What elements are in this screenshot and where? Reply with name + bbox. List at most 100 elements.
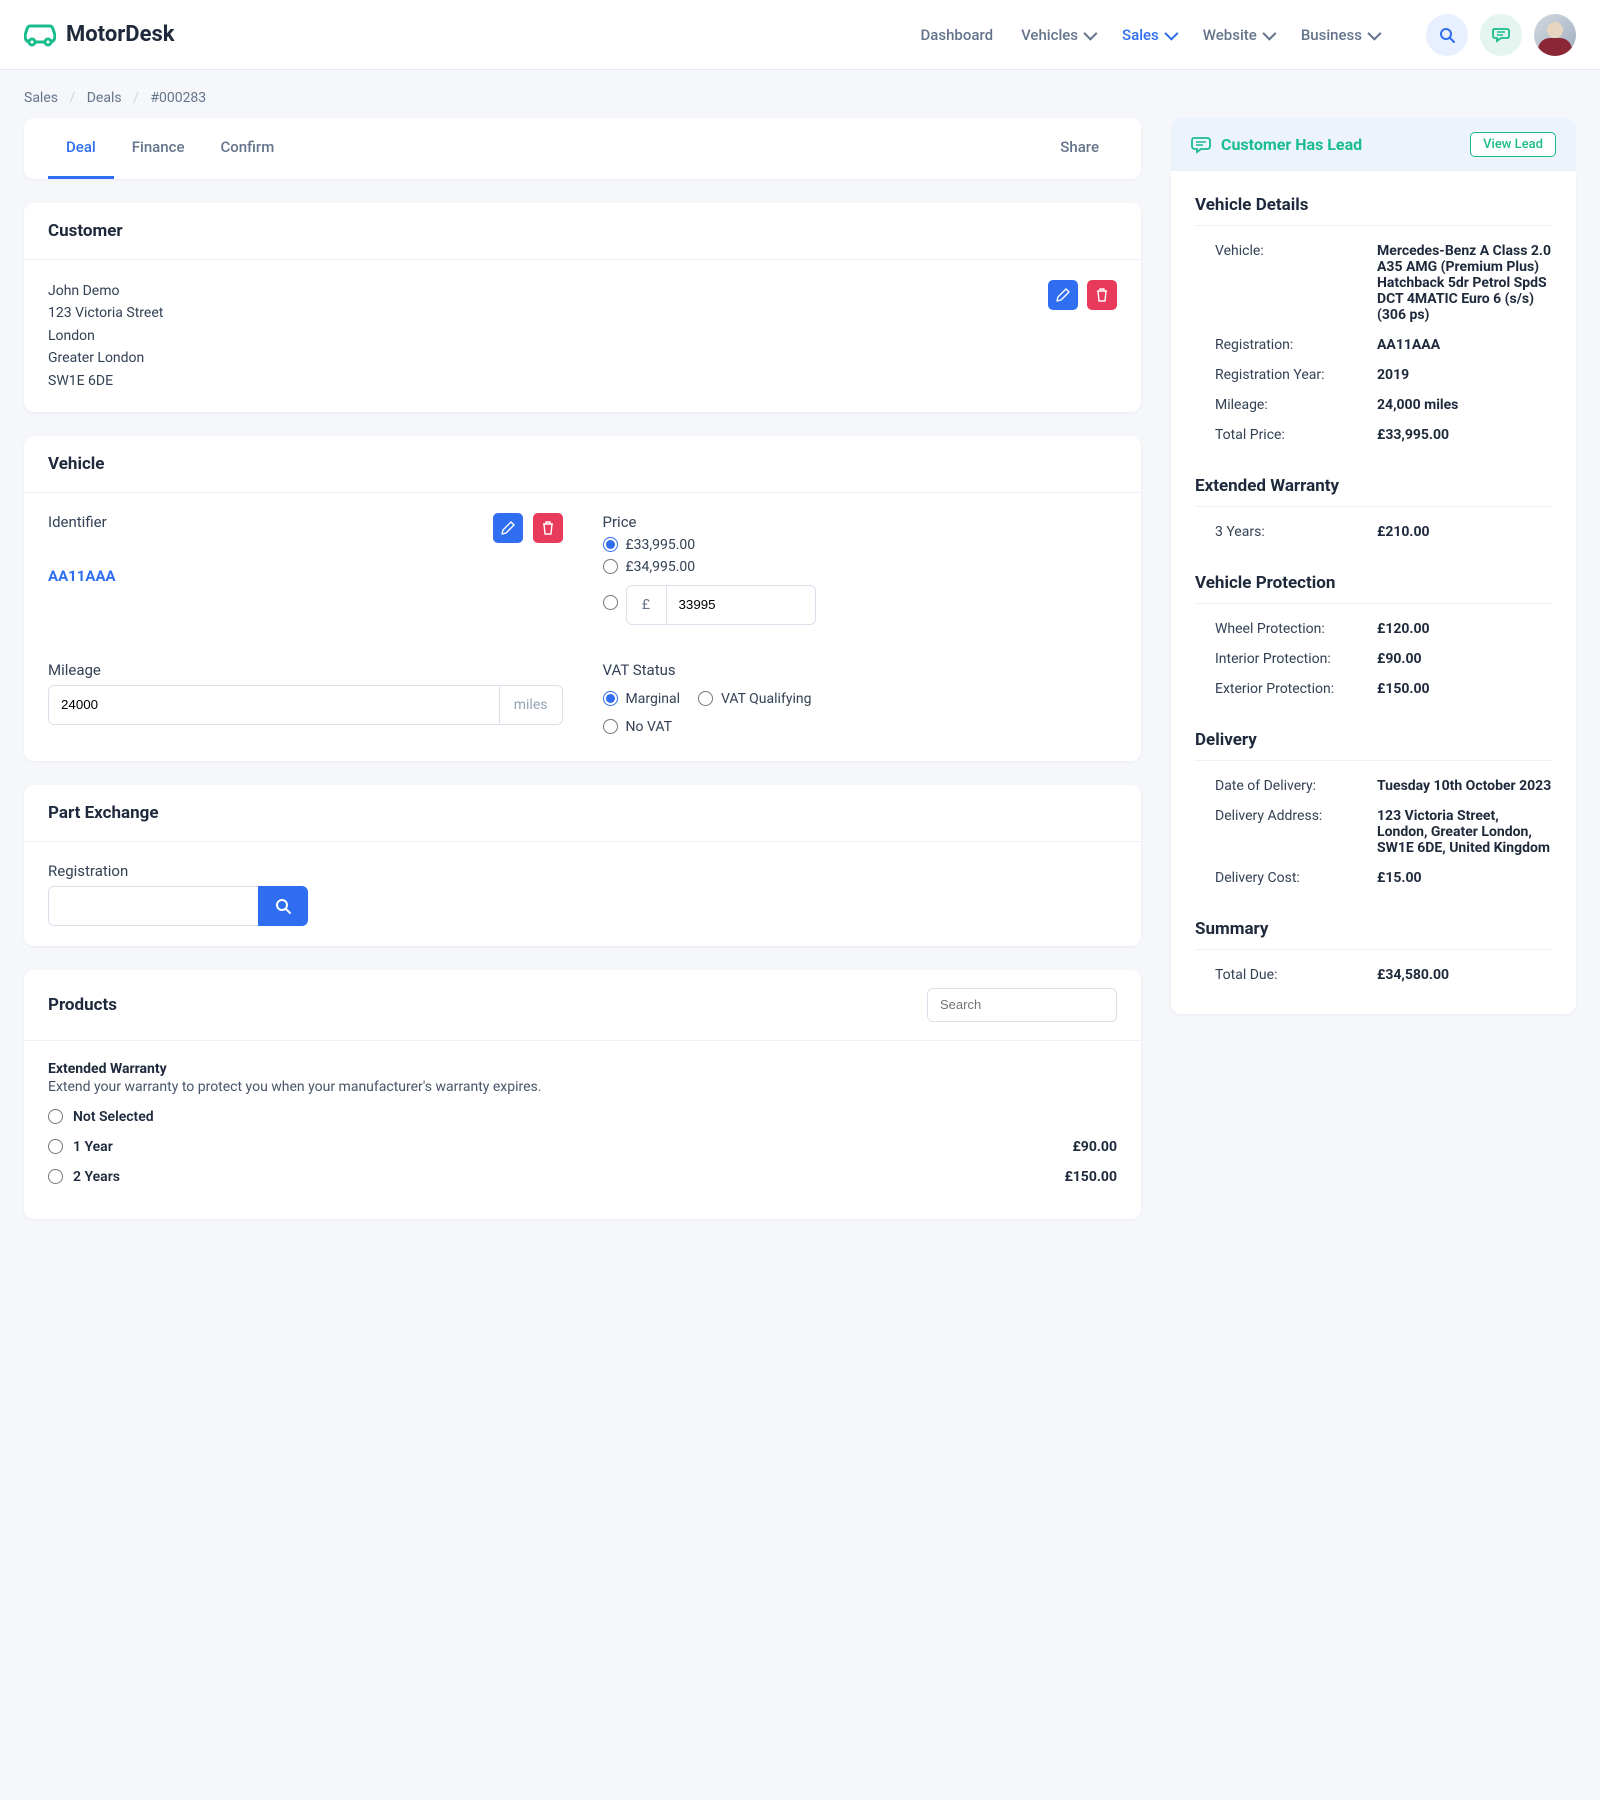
nav-dashboard[interactable]: Dashboard [920,26,993,44]
dv-interior: £90.00 [1377,651,1552,667]
dl-delcost: Delivery Cost: [1215,870,1365,886]
dv-deldate: Tuesday 10th October 2023 [1377,778,1552,794]
ew-1y-label-wrap[interactable]: 1 Year [48,1139,113,1155]
detail-card: Vehicle Details Vehicle:Mercedes-Benz A … [1171,171,1576,1014]
chevron-down-icon [1262,26,1276,40]
chat-icon [1492,27,1510,43]
products-body: Extended Warranty Extend your warranty t… [24,1041,1141,1219]
edit-vehicle-button[interactable] [493,513,523,543]
ew-none-label: Not Selected [73,1109,154,1125]
vat-radio-qualifying[interactable] [698,691,713,706]
tab-share[interactable]: Share [1042,118,1117,179]
main-nav: Dashboard Vehicles Sales Website Busines… [920,14,1576,56]
tab-deal[interactable]: Deal [48,118,114,179]
lead-banner: Customer Has Lead View Lead [1171,118,1576,171]
customer-address: John Demo 123 Victoria Street London Gre… [48,280,163,392]
search-button[interactable] [1426,14,1468,56]
ew-2y-price: £150.00 [1064,1169,1117,1185]
vehicle-details-heading: Vehicle Details [1195,195,1552,226]
partex-card: Part Exchange Registration [24,785,1141,946]
dv-vehicle: Mercedes-Benz A Class 2.0 A35 AMG (Premi… [1377,243,1552,323]
price-option-1[interactable]: £33,995.00 [603,537,1118,553]
tab-confirm[interactable]: Confirm [202,118,292,179]
nav-website-label: Website [1203,26,1257,44]
ew-1y-label: 1 Year [73,1139,113,1155]
user-avatar[interactable] [1534,14,1576,56]
breadcrumb-deals[interactable]: Deals [87,90,122,106]
lead-title: Customer Has Lead [1221,135,1362,154]
vat-radio-marginal[interactable] [603,691,618,706]
custom-price-input[interactable] [666,585,816,625]
dv-exterior: £150.00 [1377,681,1552,697]
dv-mileage: 24,000 miles [1377,397,1552,413]
dl-reg: Registration: [1215,337,1365,353]
tab-finance[interactable]: Finance [114,118,203,179]
nav-website[interactable]: Website [1203,26,1273,44]
partex-reg-input[interactable] [48,886,258,926]
dl-wheel: Wheel Protection: [1215,621,1365,637]
nav-vehicles[interactable]: Vehicles [1021,26,1094,44]
vat-none[interactable]: No VAT [603,719,1118,735]
price-option-2[interactable]: £34,995.00 [603,559,1118,575]
nav-sales[interactable]: Sales [1122,26,1175,44]
vat-marginal[interactable]: Marginal [603,691,680,707]
chat-icon [1191,136,1211,154]
edit-customer-button[interactable] [1048,280,1078,310]
vat-radio-none[interactable] [603,719,618,734]
identifier-value[interactable]: AA11AAA [48,567,116,585]
customer-name: John Demo [48,280,163,302]
vehicle-header: Vehicle [24,436,1141,493]
ew-radio-2y[interactable] [48,1169,63,1184]
price-option-2-label: £34,995.00 [626,559,696,575]
partex-heading: Part Exchange [48,803,159,823]
delete-vehicle-button[interactable] [533,513,563,543]
nav-icons [1426,14,1576,56]
price-radio-2[interactable] [603,559,618,574]
dl-deldate: Date of Delivery: [1215,778,1365,794]
vat-label: VAT Status [603,661,1118,679]
dl-regyear: Registration Year: [1215,367,1365,383]
logo[interactable]: MotorDesk [24,22,175,48]
vehicle-actions [487,513,562,543]
ew-radio-1y[interactable] [48,1139,63,1154]
dv-delcost: £15.00 [1377,870,1552,886]
ew-2y-label-wrap[interactable]: 2 Years [48,1169,120,1185]
partex-header: Part Exchange [24,785,1141,842]
price-radio-custom[interactable] [603,595,618,610]
dl-exterior: Exterior Protection: [1215,681,1365,697]
price-radio-1[interactable] [603,537,618,552]
price-option-1-label: £33,995.00 [626,537,696,553]
top-bar: MotorDesk Dashboard Vehicles Sales Websi… [0,0,1600,70]
main-container: Deal Finance Confirm Share Customer John… [0,118,1600,1283]
left-column: Deal Finance Confirm Share Customer John… [24,118,1141,1243]
customer-heading: Customer [48,221,123,241]
delete-customer-button[interactable] [1087,280,1117,310]
nav-business[interactable]: Business [1301,26,1378,44]
mileage-input[interactable] [48,685,499,725]
ew-none-label-wrap[interactable]: Not Selected [48,1109,154,1125]
products-card: Products Extended Warranty Extend your w… [24,970,1141,1219]
dl-totaldue: Total Due: [1215,967,1365,983]
products-search-input[interactable] [927,988,1117,1022]
ew-details-section: Extended Warranty 3 Years:£210.00 [1195,476,1552,547]
chevron-down-icon [1083,26,1097,40]
vat-none-label: No VAT [626,719,672,735]
partex-search-button[interactable] [258,886,308,926]
breadcrumb-current: #000283 [150,90,206,106]
search-icon [1439,27,1455,43]
chevron-down-icon [1164,26,1178,40]
dv-ew3y: £210.00 [1377,524,1552,540]
ew-option-1y: 1 Year £90.00 [48,1139,1117,1155]
ew-1y-price: £90.00 [1072,1139,1117,1155]
dv-totalprice: £33,995.00 [1377,427,1552,443]
messages-button[interactable] [1480,14,1522,56]
view-lead-button[interactable]: View Lead [1470,132,1556,157]
ew-radio-none[interactable] [48,1109,63,1124]
breadcrumb-sales[interactable]: Sales [24,90,58,106]
vat-qualifying[interactable]: VAT Qualifying [698,691,811,707]
dv-reg: AA11AAA [1377,337,1552,353]
dv-deladdr: 123 Victoria Street, London, Greater Lon… [1377,808,1552,856]
pencil-icon [501,521,515,535]
products-heading: Products [48,995,117,1015]
breadcrumb: Sales / Deals / #000283 [0,70,1600,118]
